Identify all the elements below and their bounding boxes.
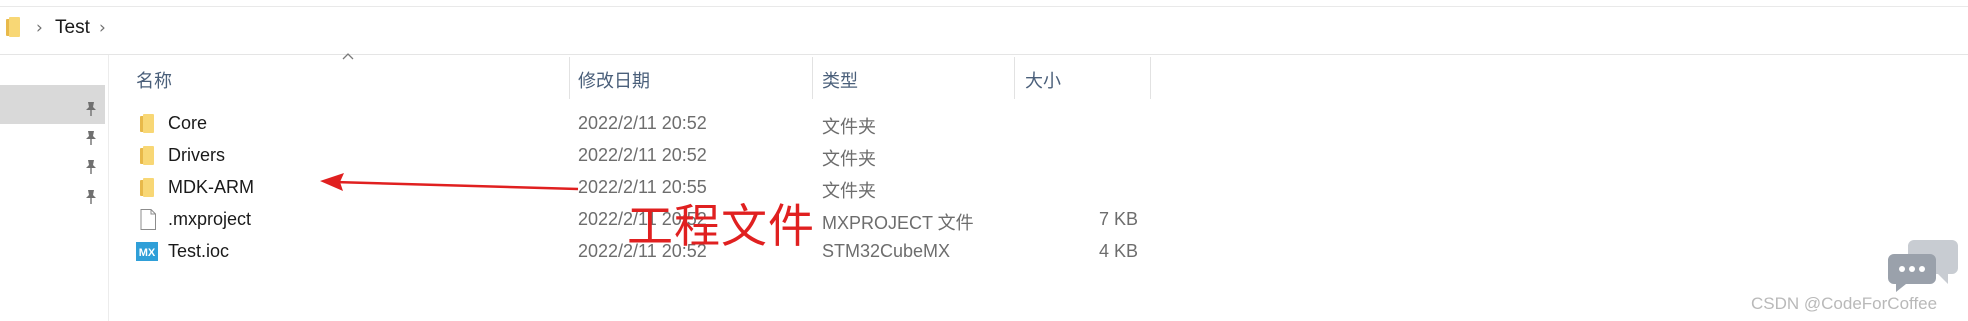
column-divider[interactable]	[1150, 57, 1151, 99]
pin-icon[interactable]	[84, 101, 98, 117]
annotation-arrow	[320, 173, 579, 191]
file-name: MDK-ARM	[168, 177, 254, 197]
chat-bubbles-icon	[1888, 240, 1958, 292]
toolbar-divider	[0, 6, 1968, 7]
column-header-modified[interactable]: 修改日期	[578, 67, 650, 93]
annotation-label: 工程文件	[627, 199, 815, 253]
chevron-right-icon[interactable]: ›	[99, 18, 106, 38]
column-header-type[interactable]: 类型	[822, 67, 858, 93]
column-header-size[interactable]: 大小	[1025, 67, 1061, 93]
file-name: Drivers	[168, 145, 225, 165]
file-type: MXPROJECT 文件	[822, 213, 974, 233]
stm32cubemx-icon: MX	[136, 242, 158, 261]
file-icon	[140, 209, 156, 230]
file-name: .mxproject	[168, 209, 252, 229]
file-row-core[interactable]: Core 2022/2/11 20:52 文件夹	[110, 108, 1150, 139]
file-modified: 2022/2/11 20:52	[578, 113, 707, 133]
file-type: STM32CubeMX	[822, 241, 951, 261]
breadcrumb-item-test[interactable]: Test	[55, 17, 90, 39]
file-type: 文件夹	[822, 181, 876, 201]
pin-icon[interactable]	[84, 189, 98, 205]
column-divider[interactable]	[812, 57, 813, 99]
folder-icon	[140, 114, 154, 133]
column-header-name[interactable]: 名称	[136, 67, 172, 93]
pin-icon[interactable]	[84, 159, 98, 175]
address-bar[interactable]: › Test ›	[0, 0, 1968, 55]
folder-icon	[6, 17, 20, 37]
navigation-pane	[0, 55, 109, 321]
svg-text:MX: MX	[139, 247, 156, 259]
file-type: 文件夹	[822, 117, 876, 137]
file-size: 4 KB	[1098, 241, 1138, 261]
folder-icon	[140, 146, 154, 165]
file-modified: 2022/2/11 20:52	[578, 145, 707, 165]
file-row-drivers[interactable]: Drivers 2022/2/11 20:52 文件夹	[110, 140, 1150, 171]
sort-ascending-icon	[342, 53, 354, 60]
file-type: 文件夹	[822, 149, 876, 169]
column-divider[interactable]	[1014, 57, 1015, 99]
file-size: 7 KB	[1098, 209, 1138, 229]
watermark-text: CSDN @CodeForCoffee	[1751, 294, 1938, 313]
file-name: Test.ioc	[168, 241, 230, 261]
file-name: Core	[168, 113, 208, 133]
file-explorer-window: › Test › 名称 修改日期 类型 大小 Core 2022/2/11 20…	[0, 0, 1968, 321]
pin-icon[interactable]	[84, 130, 98, 146]
column-divider[interactable]	[569, 57, 570, 99]
chevron-right-icon[interactable]: ›	[36, 18, 43, 38]
folder-icon	[140, 178, 154, 197]
